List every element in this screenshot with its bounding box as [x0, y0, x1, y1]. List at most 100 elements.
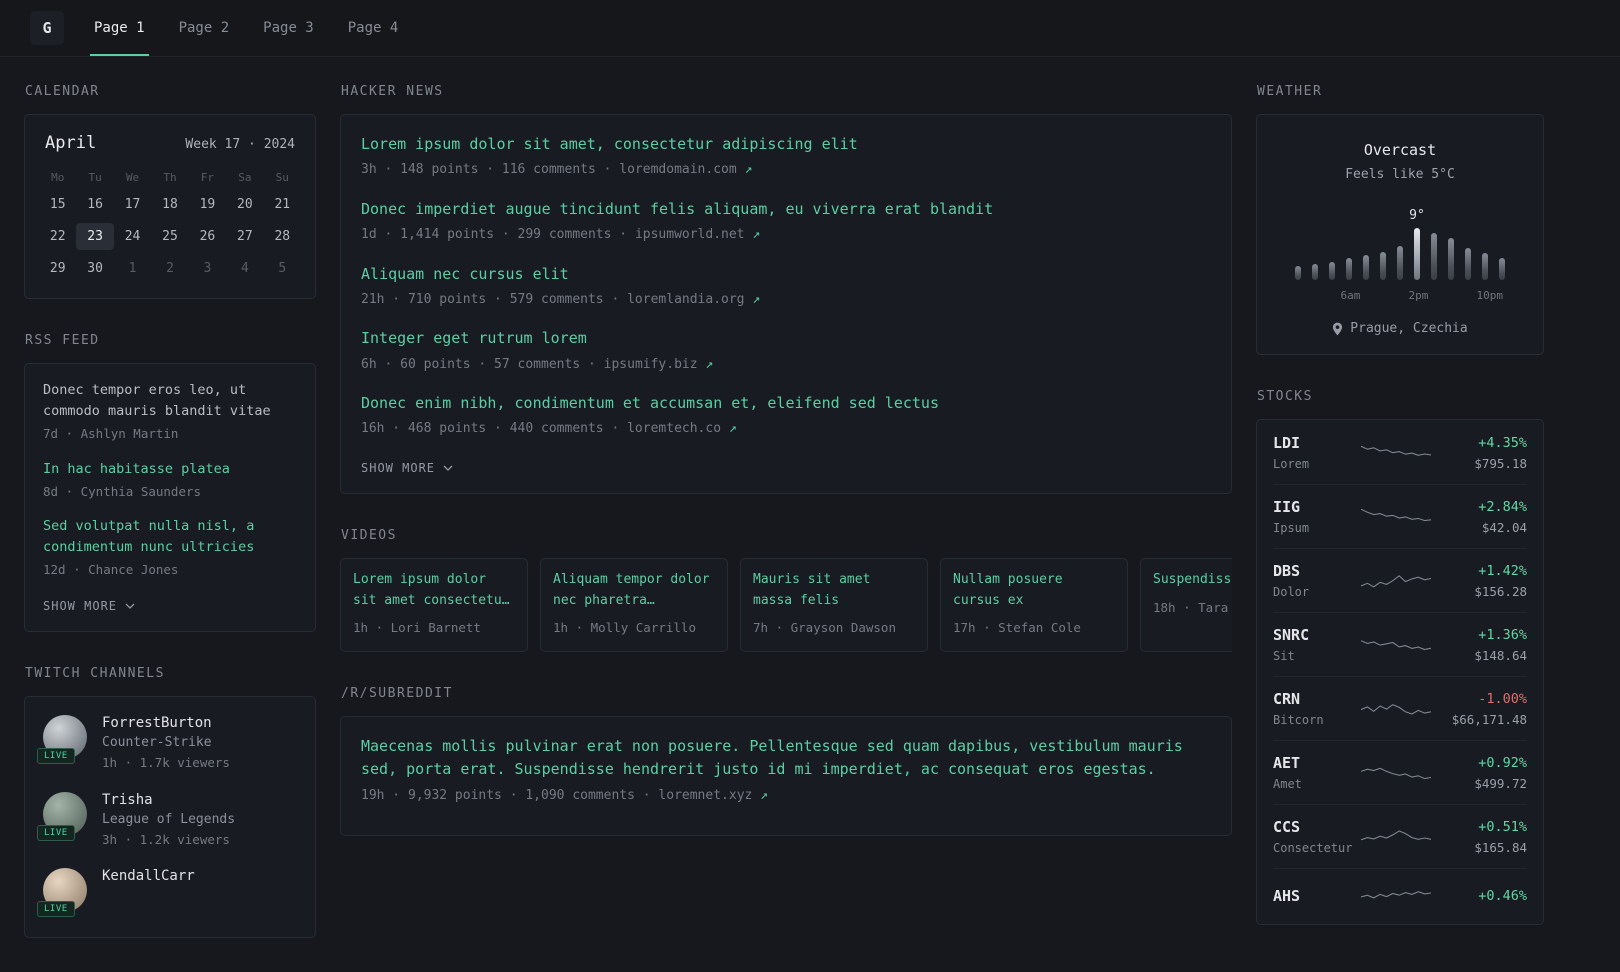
stock-sparkline [1361, 823, 1431, 851]
stock-values: -1.00% $66,171.48 [1439, 691, 1527, 727]
calendar-day: 2 [166, 261, 174, 276]
tab-page-4[interactable]: Page 4 [344, 0, 403, 56]
video-body: Suspendisse diam 18h · Tara [1141, 559, 1232, 631]
video-card: Lorem ipsum dolor sit amet consectetu… 1h… [340, 557, 528, 653]
hackernews-meta-text: 16h · 468 points · 440 comments · [361, 421, 628, 437]
calendar-day-selected: 23 [76, 223, 114, 250]
weather-bar-cell [1324, 204, 1341, 280]
stocks-widget: STOCKS LDI Lorem +4.35% $795.18 IIG Ipsum +2.8… [1256, 389, 1544, 925]
tab-page-3[interactable]: Page 3 [259, 0, 318, 56]
video-meta: 7h · Grayson Dawson [753, 620, 896, 636]
channel-info: Trisha League of Legends 3h · 1.2k viewers [102, 792, 235, 850]
twitch-channel[interactable]: LIVE ForrestBurton Counter-Strike 1h · 1.7k… [37, 714, 297, 773]
rss-widget: RSS FEED Donec tempor eros leo, ut commo… [24, 333, 316, 632]
hackernews-title[interactable]: Donec imperdiet augue tincidunt felis al… [361, 198, 1211, 221]
stock-row[interactable]: SNRC Sit +1.36% $148.64 [1273, 612, 1527, 676]
video-title[interactable]: Lorem ipsum dolor sit amet consectetu… [353, 570, 515, 612]
stock-name: Ipsum [1273, 521, 1310, 535]
weather-widget: WEATHER Overcast Feels like 5°C 9° 6am 2p… [1256, 84, 1544, 355]
hackernews-domain-link[interactable]: loremlandia.org ↗ [627, 292, 760, 307]
subreddit-title[interactable]: Maecenas mollis pulvinar erat non posuer… [361, 735, 1211, 782]
stock-row[interactable]: CCS Consectetur +0.51% $165.84 [1273, 804, 1527, 868]
hackernews-item: Aliquam nec cursus elit 21h · 710 points … [361, 263, 1211, 310]
video-title[interactable]: Nullam posuere cursus ex [953, 570, 1115, 612]
stock-name: Amet [1273, 777, 1302, 791]
hackernews-domain: loremdomain.com [619, 162, 745, 178]
hackernews-domain-link[interactable]: ipsumify.biz ↗ [604, 357, 714, 372]
subreddit-meta-text: 19h · 9,932 points · 1,090 comments · [361, 787, 659, 803]
weather-peak-temp: 9° [1409, 208, 1425, 223]
rss-item-title[interactable]: Sed volutpat nulla nisl, a condimentum n… [43, 516, 297, 558]
stock-row[interactable]: AET Amet +0.92% $499.72 [1273, 740, 1527, 804]
calendar-day: 29 [49, 261, 66, 276]
calendar-card: April Week 17 · 2024 Mo Tu We Th Fr Sa Su 15 16… [24, 114, 316, 299]
stock-id: CCS Consectetur [1273, 818, 1357, 855]
hackernews-meta: 3h · 148 points · 116 comments · loremdo… [361, 160, 1211, 180]
hackernews-title[interactable]: Aliquam nec cursus elit [361, 263, 1211, 286]
app-logo[interactable]: G [30, 11, 64, 45]
hackernews-domain-link[interactable]: ipsumworld.net ↗ [635, 227, 760, 242]
weather-bar-cell [1375, 204, 1392, 280]
subreddit-domain-link[interactable]: loremnet.xyz ↗ [658, 788, 768, 803]
rss-show-more-button[interactable]: SHOW MORE [43, 599, 135, 613]
tab-page-2[interactable]: Page 2 [175, 0, 234, 56]
stock-sparkline [1361, 695, 1431, 723]
hackernews-domain: loremlandia.org [627, 291, 753, 307]
weather-hour-label-empty [1460, 289, 1477, 302]
stock-row[interactable]: AHS +0.46% [1273, 868, 1527, 923]
video-title[interactable]: Suspendisse diam [1153, 570, 1232, 591]
hackernews-item: Donec enim nibh, condimentum et accumsan… [361, 392, 1211, 439]
calendar-week-year: Week 17 · 2024 [185, 137, 295, 152]
rss-list: Donec tempor eros leo, ut commodo mauris… [43, 380, 297, 580]
twitch-channel[interactable]: LIVE KendallCarr [37, 868, 297, 918]
stock-price: $165.84 [1474, 839, 1527, 855]
weather-hour-label-empty [1426, 289, 1443, 302]
hackernews-domain-link[interactable]: loremtech.co ↗ [627, 421, 737, 436]
channel-info: KendallCarr [102, 868, 195, 884]
weather-chart: 9° [1271, 204, 1529, 280]
stock-row[interactable]: CRN Bitcorn -1.00% $66,171.48 [1273, 676, 1527, 740]
calendar-day: 28 [274, 229, 291, 244]
hackernews-title[interactable]: Integer eget rutrum lorem [361, 327, 1211, 350]
stock-change: -1.00% [1478, 690, 1527, 707]
weather-bars: 9° [1271, 204, 1529, 280]
stock-row[interactable]: LDI Lorem +4.35% $795.18 [1273, 421, 1527, 484]
rss-item-title[interactable]: In hac habitasse platea [43, 459, 297, 480]
rss-item-title[interactable]: Donec tempor eros leo, ut commodo mauris… [43, 380, 297, 422]
external-link-icon: ↗ [705, 356, 714, 372]
video-title[interactable]: Aliquam tempor dolor nec pharetra… [553, 570, 715, 612]
hackernews-item: Lorem ipsum dolor sit amet, consectetur … [361, 133, 1211, 180]
weather-bar [1499, 258, 1505, 280]
weather-bar-cell [1290, 204, 1307, 280]
stock-values: +0.92% $499.72 [1439, 755, 1527, 791]
weather-bar [1482, 253, 1488, 280]
stocks-section-title: STOCKS [1257, 389, 1313, 404]
hackernews-title[interactable]: Lorem ipsum dolor sit amet, consectetur … [361, 133, 1211, 156]
external-link-icon: ↗ [728, 421, 737, 437]
stock-change: +0.51% [1478, 818, 1527, 835]
calendar-day: 21 [274, 197, 291, 212]
weather-hour-label-empty [1392, 289, 1409, 302]
weather-bar [1414, 228, 1420, 280]
videos-section-title: VIDEOS [341, 527, 397, 543]
weather-hour-label-empty [1443, 289, 1460, 302]
hackernews-domain-link[interactable]: loremdomain.com ↗ [619, 162, 752, 177]
calendar-day-headers: Mo Tu We Th Fr Sa Su [39, 165, 301, 191]
hackernews-title[interactable]: Donec enim nibh, condimentum et accumsan… [361, 392, 1211, 415]
hackernews-meta: 1d · 1,414 points · 299 comments · ipsum… [361, 225, 1211, 245]
twitch-channel[interactable]: LIVE Trisha League of Legends 3h · 1.2k vie… [37, 791, 297, 850]
video-meta: 17h · Stefan Cole [953, 620, 1081, 636]
stock-price: $66,171.48 [1451, 711, 1527, 727]
hackernews-show-more-label: SHOW MORE [361, 460, 436, 475]
stock-ticker: LDI [1273, 434, 1301, 452]
stock-row[interactable]: IIG Ipsum +2.84% $42.04 [1273, 484, 1527, 548]
live-badge: LIVE [37, 901, 75, 918]
weather-hour-label-empty [1494, 289, 1511, 302]
stock-id: DBS Dolor [1273, 562, 1357, 599]
external-link-icon: ↗ [760, 787, 768, 803]
stock-row[interactable]: DBS Dolor +1.42% $156.28 [1273, 548, 1527, 612]
hackernews-show-more-button[interactable]: SHOW MORE [361, 461, 453, 475]
channel-info: ForrestBurton Counter-Strike 1h · 1.7k vie… [102, 715, 230, 773]
tab-page-1[interactable]: Page 1 [90, 0, 149, 56]
video-title[interactable]: Mauris sit amet massa felis [753, 570, 915, 612]
